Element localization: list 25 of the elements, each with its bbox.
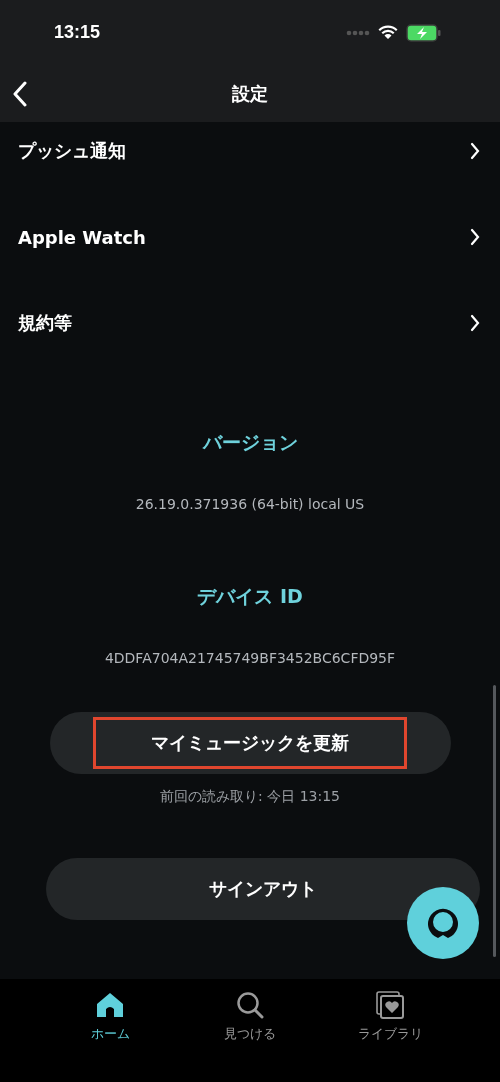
setting-label[interactable]: プッシュ通知 [18, 139, 126, 163]
chevron-icon [470, 314, 480, 332]
search-icon [236, 991, 264, 1019]
device-id-value: 4DDFA704A21745749BF3452BC6CFD95F [103, 650, 397, 666]
tab-item[interactable]: ホーム [60, 979, 160, 1082]
status-time: 13:15 [54, 22, 101, 43]
library-icon [376, 991, 404, 1019]
last-read-note: 前回の読み取り: 今日 13:15 [159, 788, 341, 806]
chevron-icon [470, 228, 480, 246]
tab-item[interactable]: 見つける [200, 979, 300, 1082]
refresh-button[interactable]: マイミュージックを更新 [49, 712, 451, 774]
tab-item[interactable]: ライブラリ [340, 979, 440, 1082]
setting-label[interactable]: Apple Watch [18, 226, 146, 248]
setting-label[interactable]: 規約等 [18, 311, 72, 335]
chevron-icon [470, 142, 480, 160]
version-heading: バージョン [201, 430, 299, 455]
sign-out-button[interactable]: サインアウト [46, 858, 480, 920]
battery-icon [406, 23, 442, 42]
screen-title: 設定 [232, 81, 268, 106]
signal-icon [346, 29, 370, 36]
wifi-icon [378, 25, 398, 40]
home-icon [96, 991, 124, 1019]
device-id-heading: デバイス ID [196, 584, 304, 609]
back-icon[interactable] [12, 81, 28, 107]
version-value: 26.19.0.371936 (64-bit) local US [134, 496, 366, 512]
